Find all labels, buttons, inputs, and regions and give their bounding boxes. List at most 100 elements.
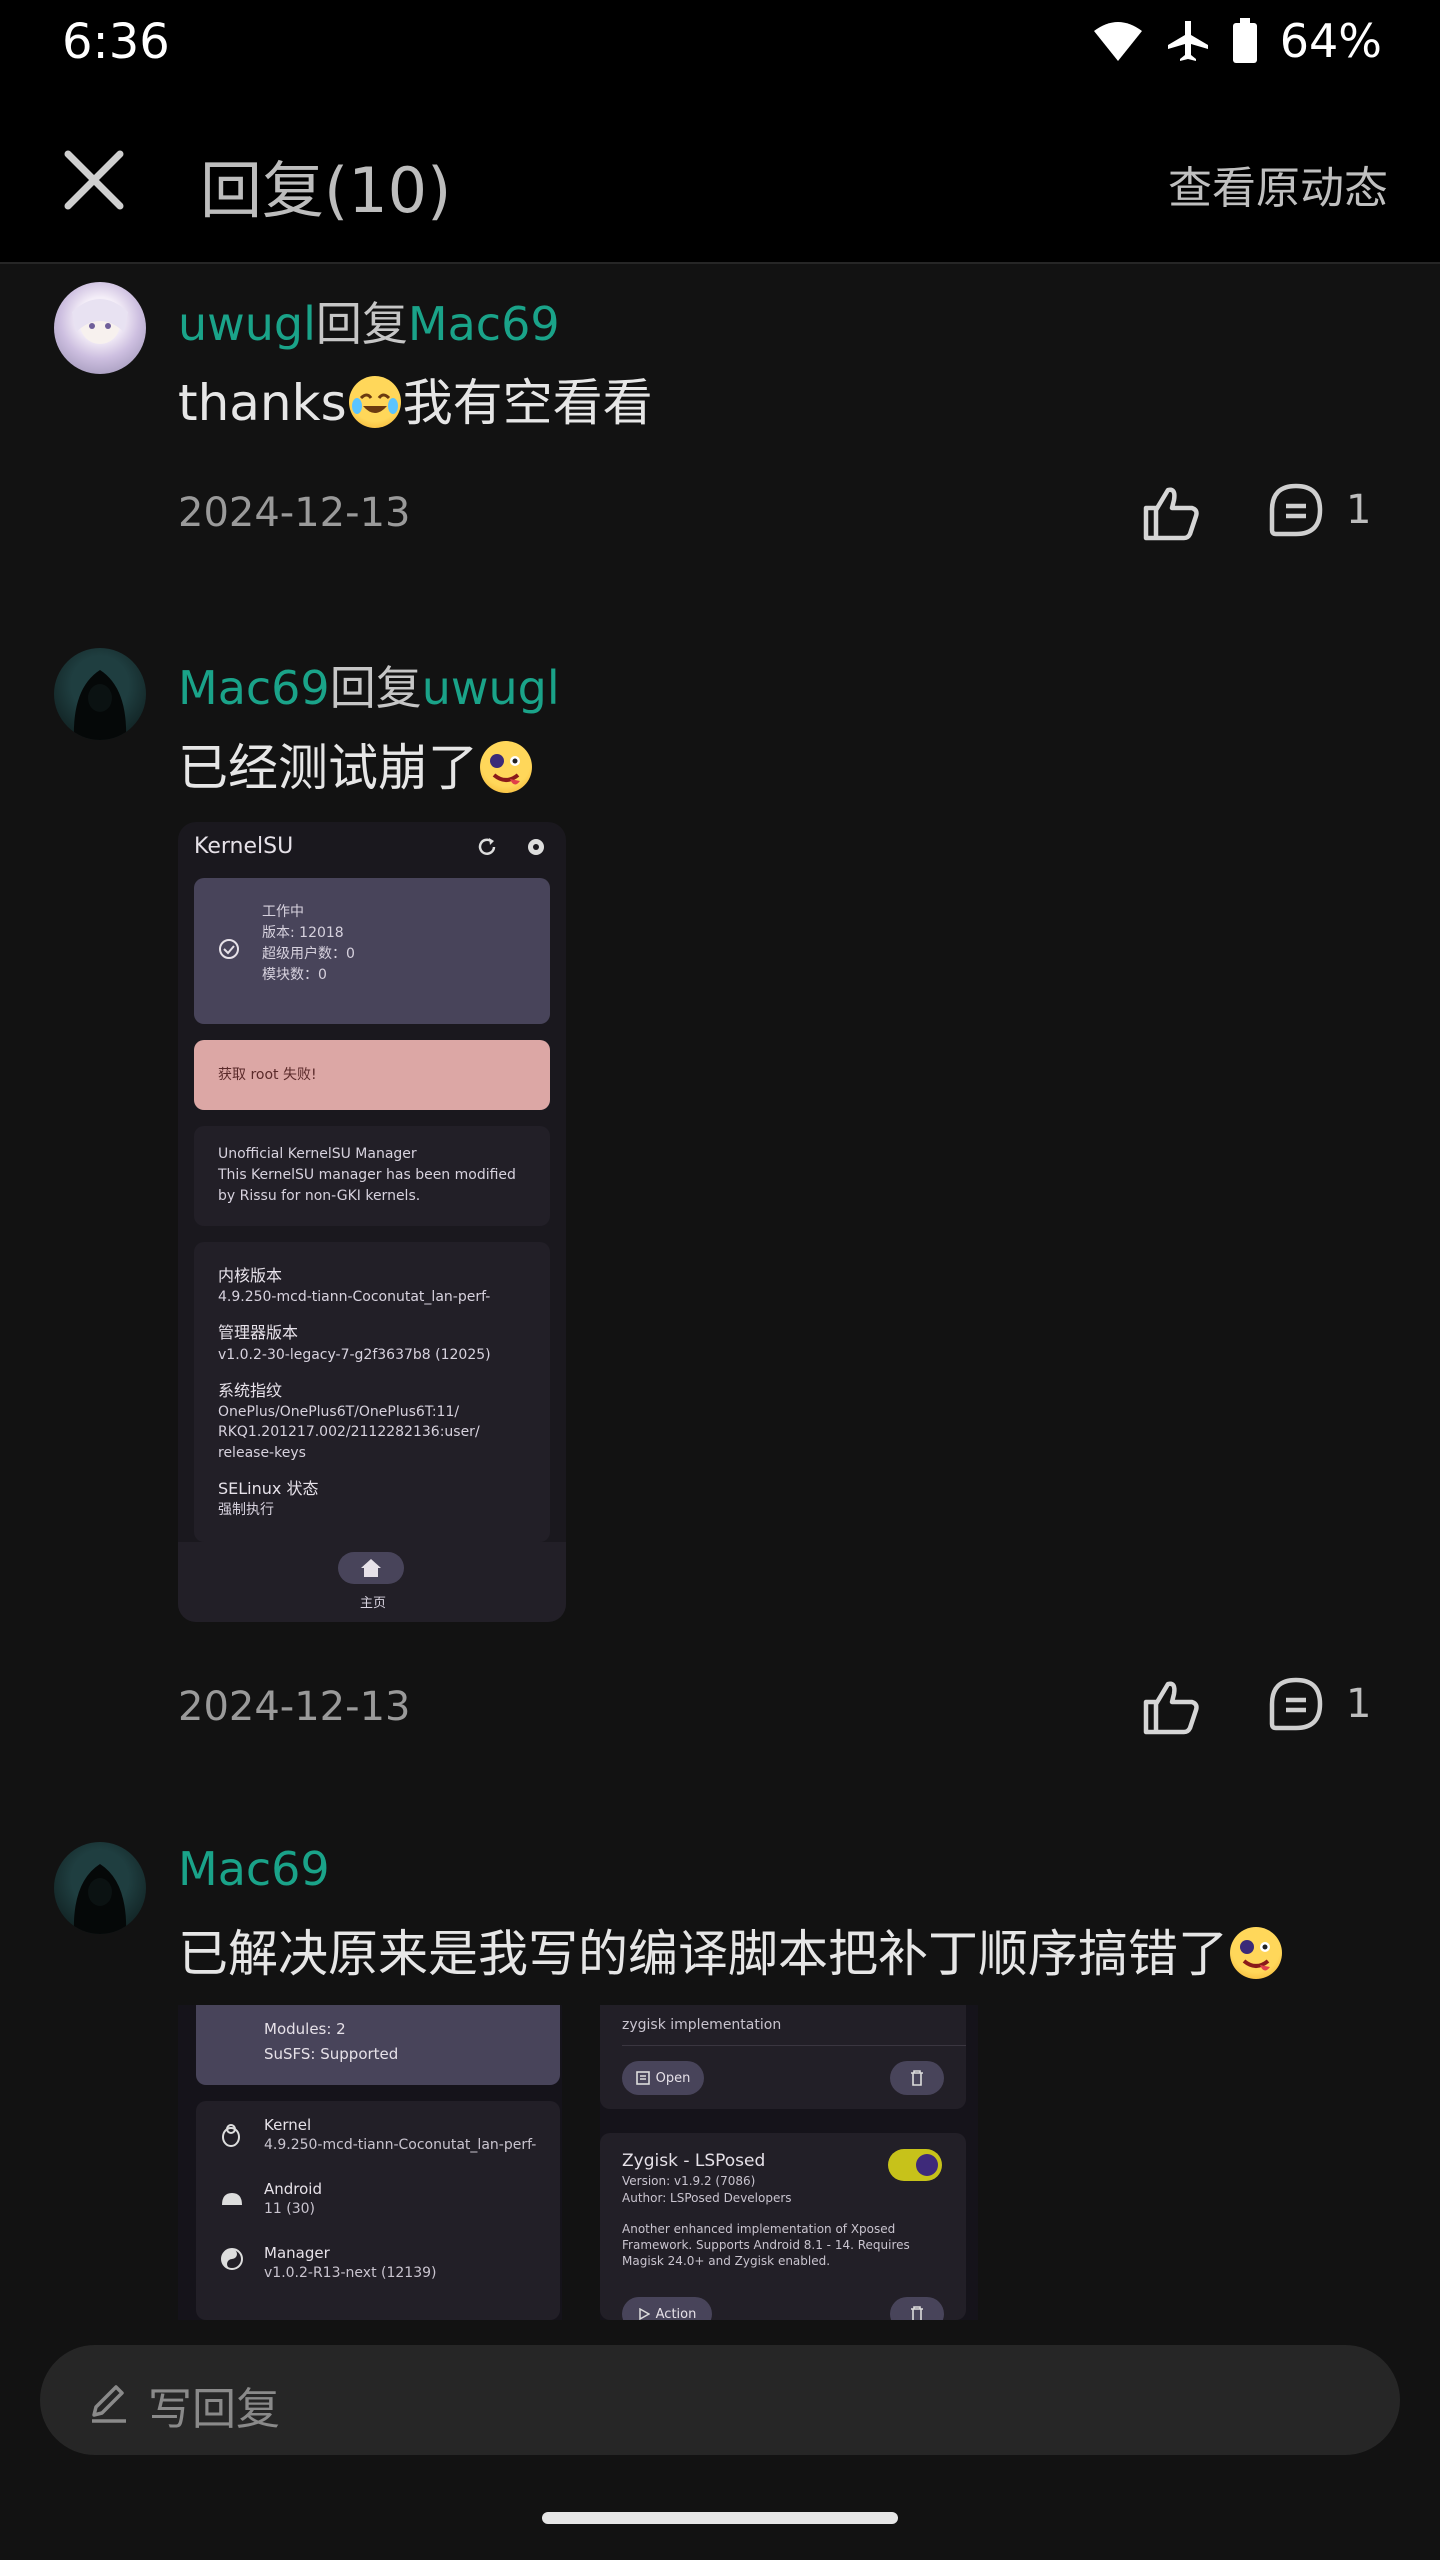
- bottom-nav: 主页: [178, 1542, 566, 1622]
- thumbs-up-icon[interactable]: [1140, 1676, 1202, 1738]
- action-label: Action: [655, 2306, 697, 2321]
- trash-icon: [911, 2306, 923, 2320]
- status-card: Modules: 2 SuSFS: Supported: [196, 2005, 560, 2085]
- comment-count-value: 1: [1346, 487, 1372, 533]
- nav-home-label: 主页: [360, 1596, 387, 1611]
- selinux-value: 强制执行: [218, 1502, 274, 1519]
- laugh-cry-emoji-icon: [348, 376, 401, 428]
- zygisk-impl-text: zygisk implementation: [622, 2017, 782, 2033]
- reply-word: 回复: [315, 297, 408, 351]
- delete-button: [890, 2297, 944, 2320]
- reply-placeholder: 写回复: [148, 2384, 280, 2435]
- comment-count[interactable]: 1: [1268, 1676, 1371, 1732]
- kernel-value: 4.9.250-mcd-tiann-Coconutat_lan-perf-: [218, 1289, 491, 1306]
- wifi-icon: [1093, 22, 1142, 61]
- avatar[interactable]: [54, 1842, 146, 1934]
- home-indicator[interactable]: [542, 2512, 898, 2524]
- divider: [622, 2045, 966, 2046]
- comment-text-part: thanks: [178, 374, 347, 432]
- toggle-knob: [916, 2154, 938, 2176]
- action-button: Action: [622, 2297, 712, 2320]
- app-title: KernelSU: [194, 834, 294, 859]
- crazy-face-emoji-icon: [1230, 1927, 1282, 1979]
- details-card: 内核版本 4.9.250-mcd-tiann-Coconutat_lan-per…: [194, 1242, 550, 1542]
- comment-icon: [1269, 483, 1323, 537]
- comment-header: Mac69: [178, 1842, 330, 1896]
- refresh-icon: [478, 838, 496, 855]
- modules-line: Modules: 2: [264, 2020, 346, 2038]
- comment-text: 已解决原来是我写的编译脚本把补丁顺序搞错了: [178, 1914, 1284, 1986]
- info-description: This KernelSU manager has been modified …: [218, 1167, 516, 1204]
- avatar[interactable]: [54, 282, 146, 374]
- author-name[interactable]: Mac69: [178, 1842, 330, 1896]
- module-description: Another enhanced implementation of Xpose…: [622, 2222, 910, 2269]
- manager-label: 管理器版本: [218, 1323, 299, 1343]
- status-icons: 64%: [1092, 14, 1382, 68]
- clock: 6:36: [62, 14, 170, 70]
- comment-date: 2024-12-13: [178, 490, 411, 536]
- pencil-icon: [92, 2385, 126, 2423]
- author-name[interactable]: uwugl: [178, 297, 316, 351]
- modules-line: 模块数：0: [262, 967, 327, 983]
- comment-count-value: 1: [1346, 1681, 1372, 1727]
- settings-gear-icon: [528, 839, 544, 855]
- reply-target-name[interactable]: Mac69: [408, 297, 560, 351]
- android-label: Android: [264, 2180, 322, 2198]
- view-original-link[interactable]: 查看原动态: [1168, 152, 1388, 216]
- android-value: 11 (30): [264, 2201, 316, 2217]
- comment-count[interactable]: 1: [1268, 482, 1371, 538]
- error-text: 获取 root 失败!: [218, 1067, 317, 1083]
- thumbs-up-icon[interactable]: [1140, 482, 1202, 544]
- battery-icon: [1232, 18, 1257, 63]
- comment-header: uwugl回复Mac69: [178, 288, 560, 354]
- status-bar: 6:36 64%: [0, 0, 1440, 100]
- reply-word: 回复: [329, 661, 422, 715]
- comment-icon: [1269, 1677, 1323, 1731]
- superusers-line: 超级用户数：0: [262, 946, 355, 962]
- page-title: 回复(10): [200, 154, 452, 227]
- module-version: Version: v1.9.2 (7086): [622, 2174, 756, 2188]
- module-title: Zygisk - LSPosed: [622, 2151, 766, 2171]
- close-icon[interactable]: [58, 144, 130, 216]
- delete-button: [890, 2061, 944, 2095]
- kernel-label: 内核版本: [218, 1266, 283, 1285]
- fingerprint-label: 系统指纹: [218, 1380, 283, 1400]
- battery-percent: 64%: [1279, 14, 1382, 68]
- home-nav-pill: [338, 1552, 404, 1584]
- home-icon: [361, 1559, 381, 1577]
- comment-text: thanks 我有空看看: [178, 363, 653, 435]
- info-title: Unofficial KernelSU Manager: [218, 1146, 417, 1162]
- check-circle-icon: [219, 939, 239, 959]
- comment-date: 2024-12-13: [178, 1684, 411, 1730]
- status-title: 工作中: [262, 904, 304, 920]
- top-bar: 回复(10) 查看原动态: [0, 100, 1440, 264]
- trash-icon: [911, 2070, 923, 2086]
- module-card: zygisk implementation Open: [600, 2005, 966, 2109]
- reply-target-name[interactable]: uwugl: [422, 661, 560, 715]
- module-toggle: [888, 2149, 942, 2181]
- manager-label: Manager: [264, 2244, 330, 2262]
- selinux-label: SELinux 状态: [218, 1479, 319, 1499]
- linux-penguin-icon: [222, 2124, 240, 2147]
- kernel-label: Kernel: [264, 2116, 312, 2134]
- error-card: 获取 root 失败!: [194, 1040, 550, 1110]
- screenshot-right: zygisk implementation Open Zygisk - LSPo…: [600, 2005, 978, 2320]
- comment-text-part: 已解决原来是我写的编译脚本把补丁顺序搞错了: [178, 1925, 1228, 1983]
- module-card: Zygisk - LSPosed Version: v1.9.2 (7086) …: [600, 2133, 966, 2320]
- info-card: Unofficial KernelSU Manager This KernelS…: [194, 1126, 550, 1226]
- manager-value: v1.0.2-30-legacy-7-g2f3637b8 (12025): [218, 1346, 491, 1363]
- comment-text-part: 我有空看看: [402, 374, 653, 432]
- details-card: Kernel 4.9.250-mcd-tiann-Coconutat_lan-p…: [196, 2101, 560, 2320]
- play-icon: [638, 2308, 650, 2320]
- attached-screenshot[interactable]: KernelSU 工作中 版本: 12018 超级用户数：0 模块数：0 获取 …: [178, 822, 566, 1622]
- screenshot-left: Modules: 2 SuSFS: Supported Kernel 4.9.2…: [178, 2005, 562, 2320]
- open-icon: [635, 2071, 650, 2085]
- yin-yang-icon: [221, 2248, 243, 2270]
- author-name[interactable]: Mac69: [178, 661, 330, 715]
- attached-screenshots[interactable]: Modules: 2 SuSFS: Supported Kernel 4.9.2…: [178, 2005, 978, 2320]
- fingerprint-value: OnePlus/OnePlus6T/OnePlus6T:11/ RKQ1.201…: [218, 1404, 480, 1461]
- avatar[interactable]: [54, 648, 146, 740]
- android-icon: [222, 2193, 242, 2205]
- susfs-line: SuSFS: Supported: [264, 2044, 399, 2063]
- crazy-face-emoji-icon: [480, 741, 532, 793]
